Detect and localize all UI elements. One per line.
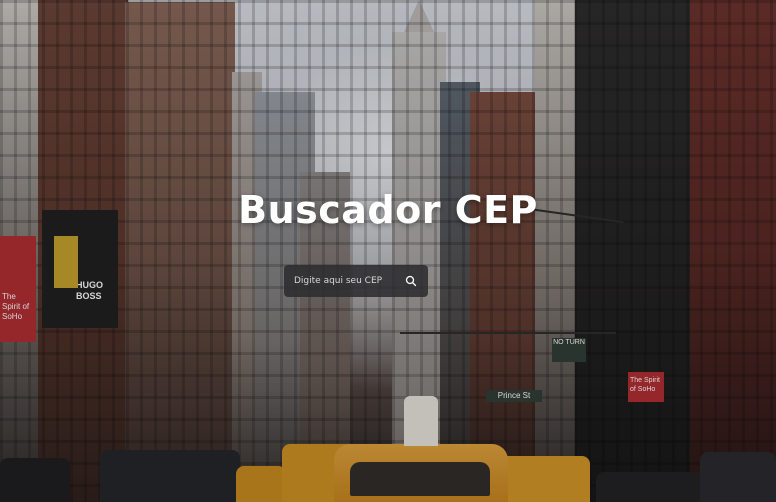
hero-section: Buscador CEP bbox=[0, 0, 776, 502]
background-photo: The Spirit of SoHo HUGO BOSS The Spirit … bbox=[0, 0, 776, 502]
page-title: Buscador CEP bbox=[238, 188, 538, 232]
cep-input[interactable] bbox=[294, 276, 402, 286]
search-button[interactable] bbox=[402, 272, 420, 290]
search-icon bbox=[405, 275, 417, 287]
search-form bbox=[284, 265, 428, 297]
